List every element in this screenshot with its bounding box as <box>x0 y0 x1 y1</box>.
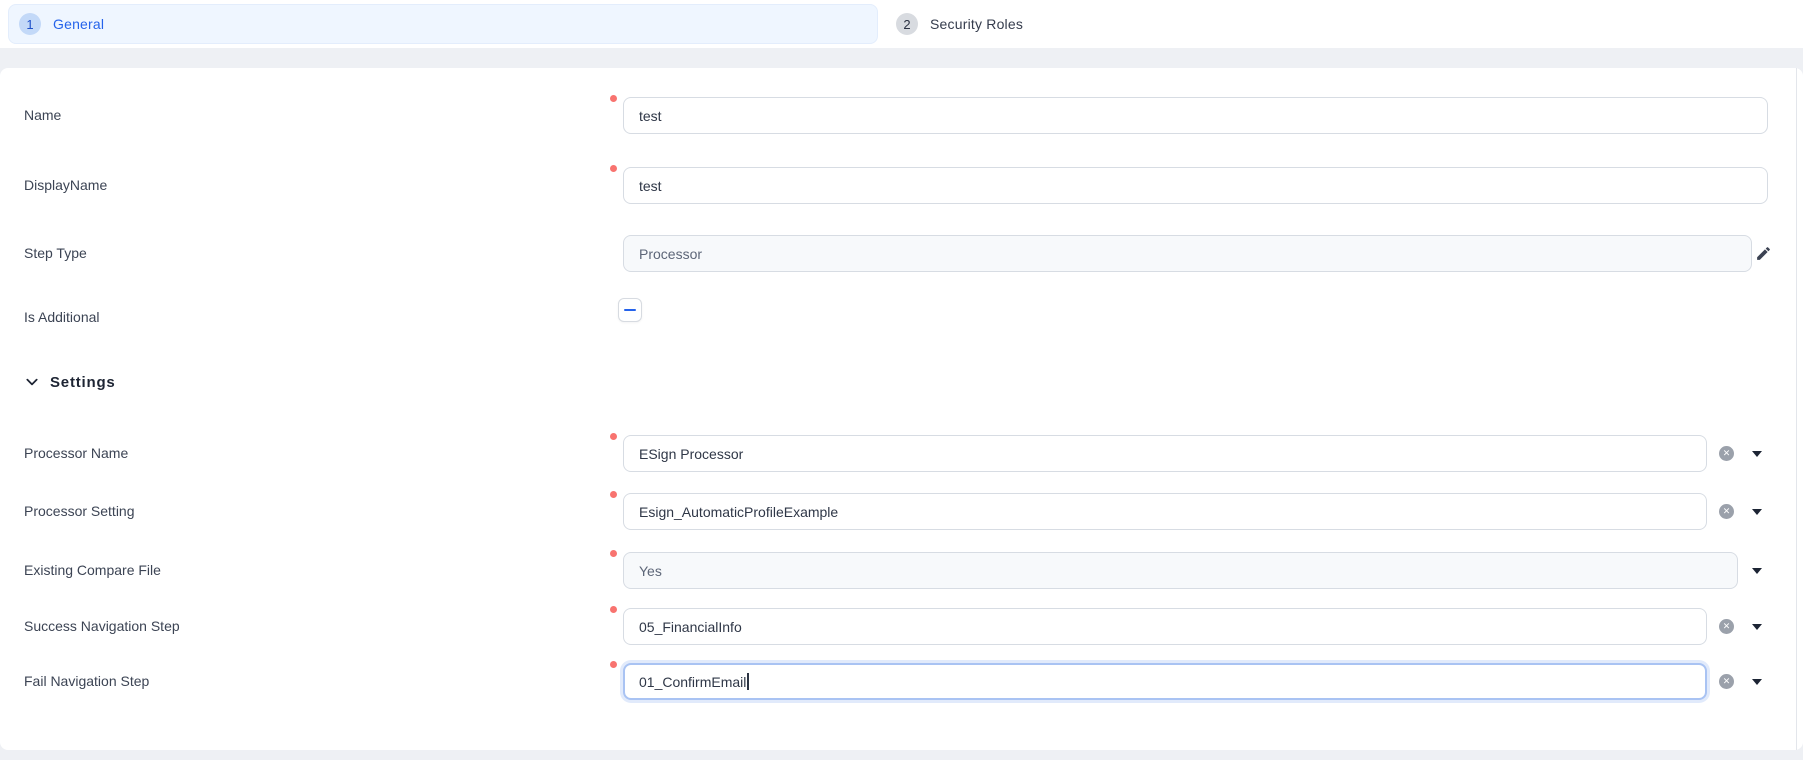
required-indicator <box>610 165 617 172</box>
is-additional-field-row: Is Additional <box>0 298 1803 324</box>
fail-navigation-step-field-row: Fail Navigation Step 01_ConfirmEmail ✕ <box>0 663 1803 700</box>
dropdown-caret-icon[interactable] <box>1752 624 1762 630</box>
required-indicator <box>610 661 617 668</box>
success-navigation-step-input-value: 05_FinancialInfo <box>639 619 742 635</box>
name-input[interactable]: test <box>623 97 1768 134</box>
settings-section-title: Settings <box>50 374 116 391</box>
processor-name-field-row: Processor Name ESign Processor ✕ <box>0 435 1803 472</box>
fail-navigation-step-field-label: Fail Navigation Step <box>24 663 149 700</box>
step-type-field-row: Step Type Processor <box>0 235 1803 272</box>
clear-icon[interactable]: ✕ <box>1719 674 1734 689</box>
success-navigation-step-field-row: Success Navigation Step 05_FinancialInfo… <box>0 608 1803 645</box>
form-panel: Name test DisplayName test Step Type Pro… <box>0 68 1803 750</box>
processor-name-field-label: Processor Name <box>24 435 128 472</box>
is-additional-checkbox[interactable] <box>618 298 642 322</box>
success-navigation-step-field-label: Success Navigation Step <box>24 608 180 645</box>
clear-icon[interactable]: ✕ <box>1719 504 1734 519</box>
required-indicator <box>610 433 617 440</box>
indeterminate-dash-icon <box>624 309 636 311</box>
text-cursor <box>747 673 749 690</box>
dropdown-caret-icon[interactable] <box>1752 451 1762 457</box>
step-type-input-value: Processor <box>639 246 702 262</box>
display-name-input-value: test <box>639 178 662 194</box>
processor-setting-field-label: Processor Setting <box>24 493 135 530</box>
existing-compare-file-input-value: Yes <box>639 563 662 579</box>
existing-compare-file-input: Yes <box>623 552 1738 589</box>
required-indicator <box>610 95 617 102</box>
processor-setting-input-value: Esign_AutomaticProfileExample <box>639 504 838 520</box>
tab-general-label: General <box>53 16 104 32</box>
clear-icon[interactable]: ✕ <box>1719 619 1734 634</box>
processor-setting-field-row: Processor Setting Esign_AutomaticProfile… <box>0 493 1803 530</box>
success-navigation-step-input[interactable]: 05_FinancialInfo <box>623 608 1707 645</box>
existing-compare-file-field-row: Existing Compare File Yes <box>0 552 1803 589</box>
dropdown-caret-icon[interactable] <box>1752 509 1762 515</box>
display-name-field-row: DisplayName test <box>0 167 1803 204</box>
display-name-input[interactable]: test <box>623 167 1768 204</box>
fail-navigation-step-input[interactable]: 01_ConfirmEmail <box>623 663 1707 700</box>
required-indicator <box>610 606 617 613</box>
step-type-field-label: Step Type <box>24 235 87 272</box>
display-name-field-label: DisplayName <box>24 167 107 204</box>
tab-security-roles[interactable]: 2 Security Roles <box>886 4 1756 44</box>
fail-navigation-step-input-value: 01_ConfirmEmail <box>639 674 746 690</box>
tab-security-roles-label: Security Roles <box>930 16 1023 32</box>
panel-right-divider <box>1796 68 1797 750</box>
wizard-tab-bar: 1 General 2 Security Roles <box>0 0 1803 48</box>
name-input-value: test <box>639 108 662 124</box>
dropdown-caret-icon[interactable] <box>1752 679 1762 685</box>
name-field-row: Name test <box>0 97 1803 134</box>
existing-compare-file-field-label: Existing Compare File <box>24 552 161 589</box>
tab-general-number-badge: 1 <box>19 13 41 35</box>
name-field-label: Name <box>24 97 61 134</box>
processor-setting-input[interactable]: Esign_AutomaticProfileExample <box>623 493 1707 530</box>
tab-general[interactable]: 1 General <box>8 4 878 44</box>
processor-name-input[interactable]: ESign Processor <box>623 435 1707 472</box>
clear-icon[interactable]: ✕ <box>1719 446 1734 461</box>
dropdown-caret-icon[interactable] <box>1752 568 1762 574</box>
tab-security-roles-number-badge: 2 <box>896 13 918 35</box>
required-indicator <box>610 491 617 498</box>
settings-section-toggle[interactable]: Settings <box>24 370 116 394</box>
processor-name-input-value: ESign Processor <box>639 446 743 462</box>
required-indicator <box>610 550 617 557</box>
edit-icon[interactable] <box>1755 245 1772 262</box>
step-type-input: Processor <box>623 235 1752 272</box>
is-additional-field-label: Is Additional <box>24 305 100 329</box>
chevron-down-icon <box>24 374 40 390</box>
